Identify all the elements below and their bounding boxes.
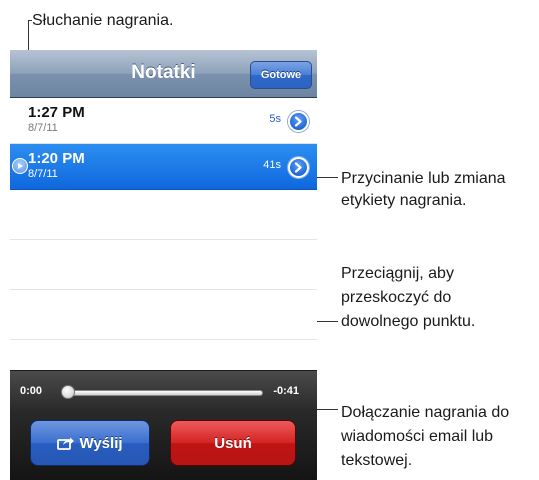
callout-drag-line2: przeskoczyć do: [341, 289, 452, 306]
play-icon[interactable]: [12, 158, 28, 174]
done-button[interactable]: Gotowe: [250, 61, 312, 89]
recording-date: 8/7/11: [28, 122, 58, 134]
callout-attach-line3: tekstowej.: [341, 452, 413, 469]
scrubber-bar: 0:00 -0:41: [10, 370, 317, 410]
voice-memos-screen: Notatki Gotowe 1:27 PM 8/7/11 5s 1:20 PM…: [10, 50, 317, 480]
scrubber-track[interactable]: [66, 390, 263, 396]
recording-time: 1:27 PM: [28, 104, 85, 121]
recording-duration: 41s: [263, 159, 281, 171]
share-button[interactable]: Wyślij: [30, 420, 150, 466]
empty-row: [10, 290, 317, 340]
delete-button[interactable]: Usuń: [170, 420, 296, 466]
disclosure-arrow-icon[interactable]: [288, 111, 309, 132]
callout-trim-line2: etykiety nagrania.: [341, 192, 467, 209]
empty-row: [10, 190, 317, 240]
share-icon: [57, 437, 75, 450]
recording-row[interactable]: 1:27 PM 8/7/11 5s: [10, 98, 317, 144]
remaining-time: -0:41: [273, 385, 299, 397]
callout-drag-line1: Przeciągnij, aby: [341, 265, 454, 282]
recording-date: 8/7/11: [28, 168, 58, 180]
recordings-list: 1:27 PM 8/7/11 5s 1:20 PM 8/7/11 41s: [10, 98, 317, 390]
bottom-toolbar: Wyślij Usuń: [10, 410, 317, 480]
callout-trim-line1: Przycinanie lub zmiana: [341, 170, 506, 187]
recording-duration: 5s: [269, 113, 281, 125]
callout-drag-line3: dowolnego punktu.: [341, 313, 476, 330]
recording-time: 1:20 PM: [28, 150, 85, 167]
elapsed-time: 0:00: [20, 385, 43, 397]
recording-row-selected[interactable]: 1:20 PM 8/7/11 41s: [10, 144, 317, 190]
callout-attach-line2: wiadomości email lub: [341, 428, 494, 445]
share-label: Wyślij: [79, 434, 123, 452]
disclosure-arrow-icon[interactable]: [288, 157, 309, 178]
scrubber-handle[interactable]: [61, 385, 75, 399]
empty-row: [10, 240, 317, 290]
callout-listen: Słuchanie nagrania.: [32, 12, 174, 29]
navigation-bar: Notatki Gotowe: [10, 50, 317, 98]
callout-attach-line1: Dołączanie nagrania do: [341, 404, 510, 421]
